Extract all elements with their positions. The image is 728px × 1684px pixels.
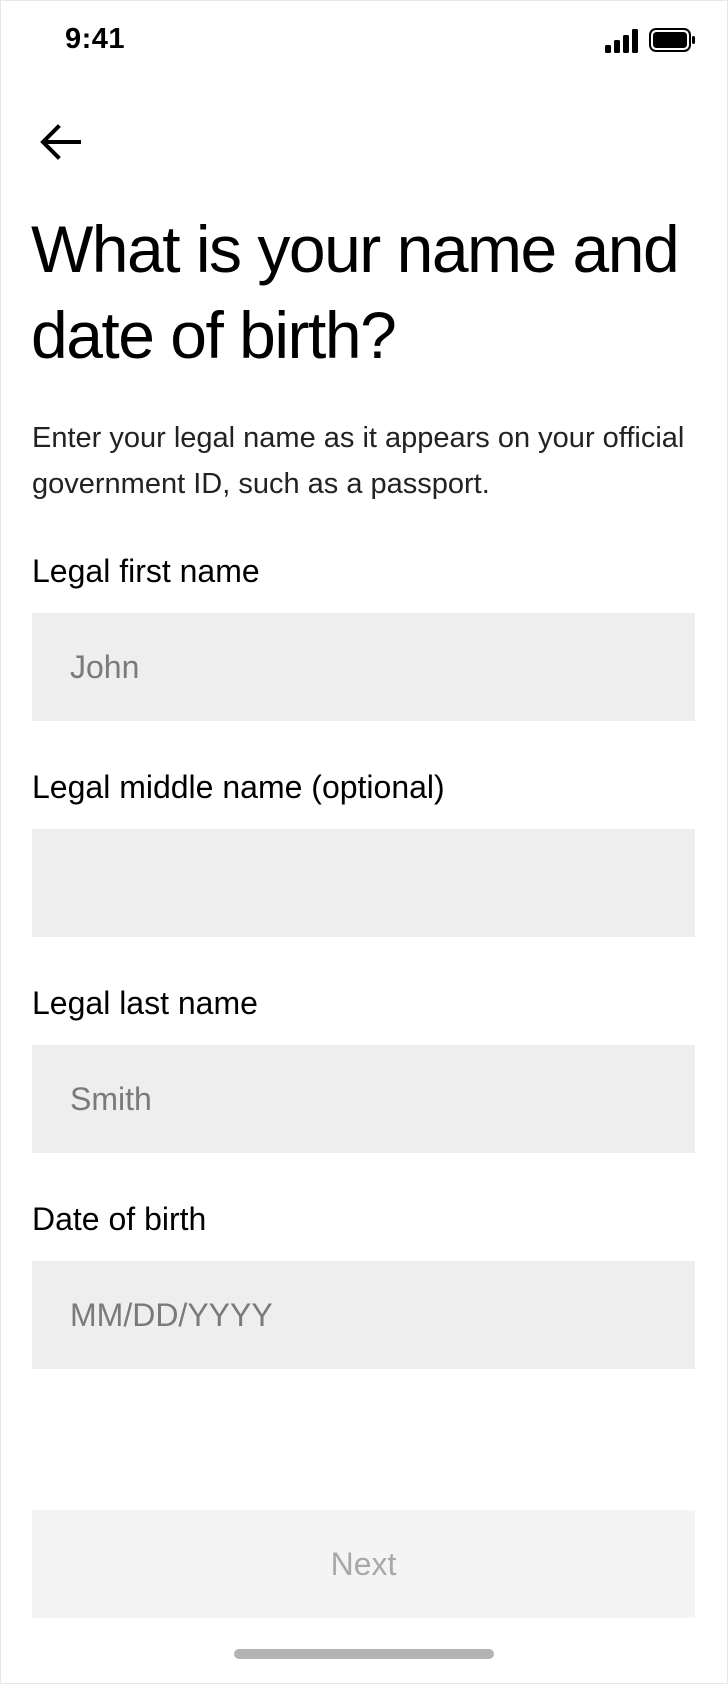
last-name-input[interactable] xyxy=(32,1045,695,1153)
date-of-birth-input[interactable] xyxy=(32,1261,695,1369)
cellular-signal-icon xyxy=(605,29,638,53)
page-title: What is your name and date of birth? xyxy=(31,212,680,372)
arrow-left-icon xyxy=(40,124,81,160)
page-subtitle: Enter your legal name as it appears on y… xyxy=(32,422,685,500)
first-name-label: Legal first name xyxy=(32,553,260,589)
middle-name-input[interactable] xyxy=(32,829,695,937)
status-bar-time: 9:41 xyxy=(65,23,126,55)
battery-icon xyxy=(649,28,695,52)
home-indicator xyxy=(234,1649,494,1659)
next-button[interactable]: Next xyxy=(32,1510,695,1618)
onboarding-screen: 9:41 What is your name and date of birth… xyxy=(0,0,728,1684)
date-of-birth-label: Date of birth xyxy=(32,1201,207,1237)
last-name-label: Legal last name xyxy=(32,985,258,1021)
back-button[interactable] xyxy=(31,115,89,169)
middle-name-label: Legal middle name (optional) xyxy=(32,769,445,805)
first-name-input[interactable] xyxy=(32,613,695,721)
